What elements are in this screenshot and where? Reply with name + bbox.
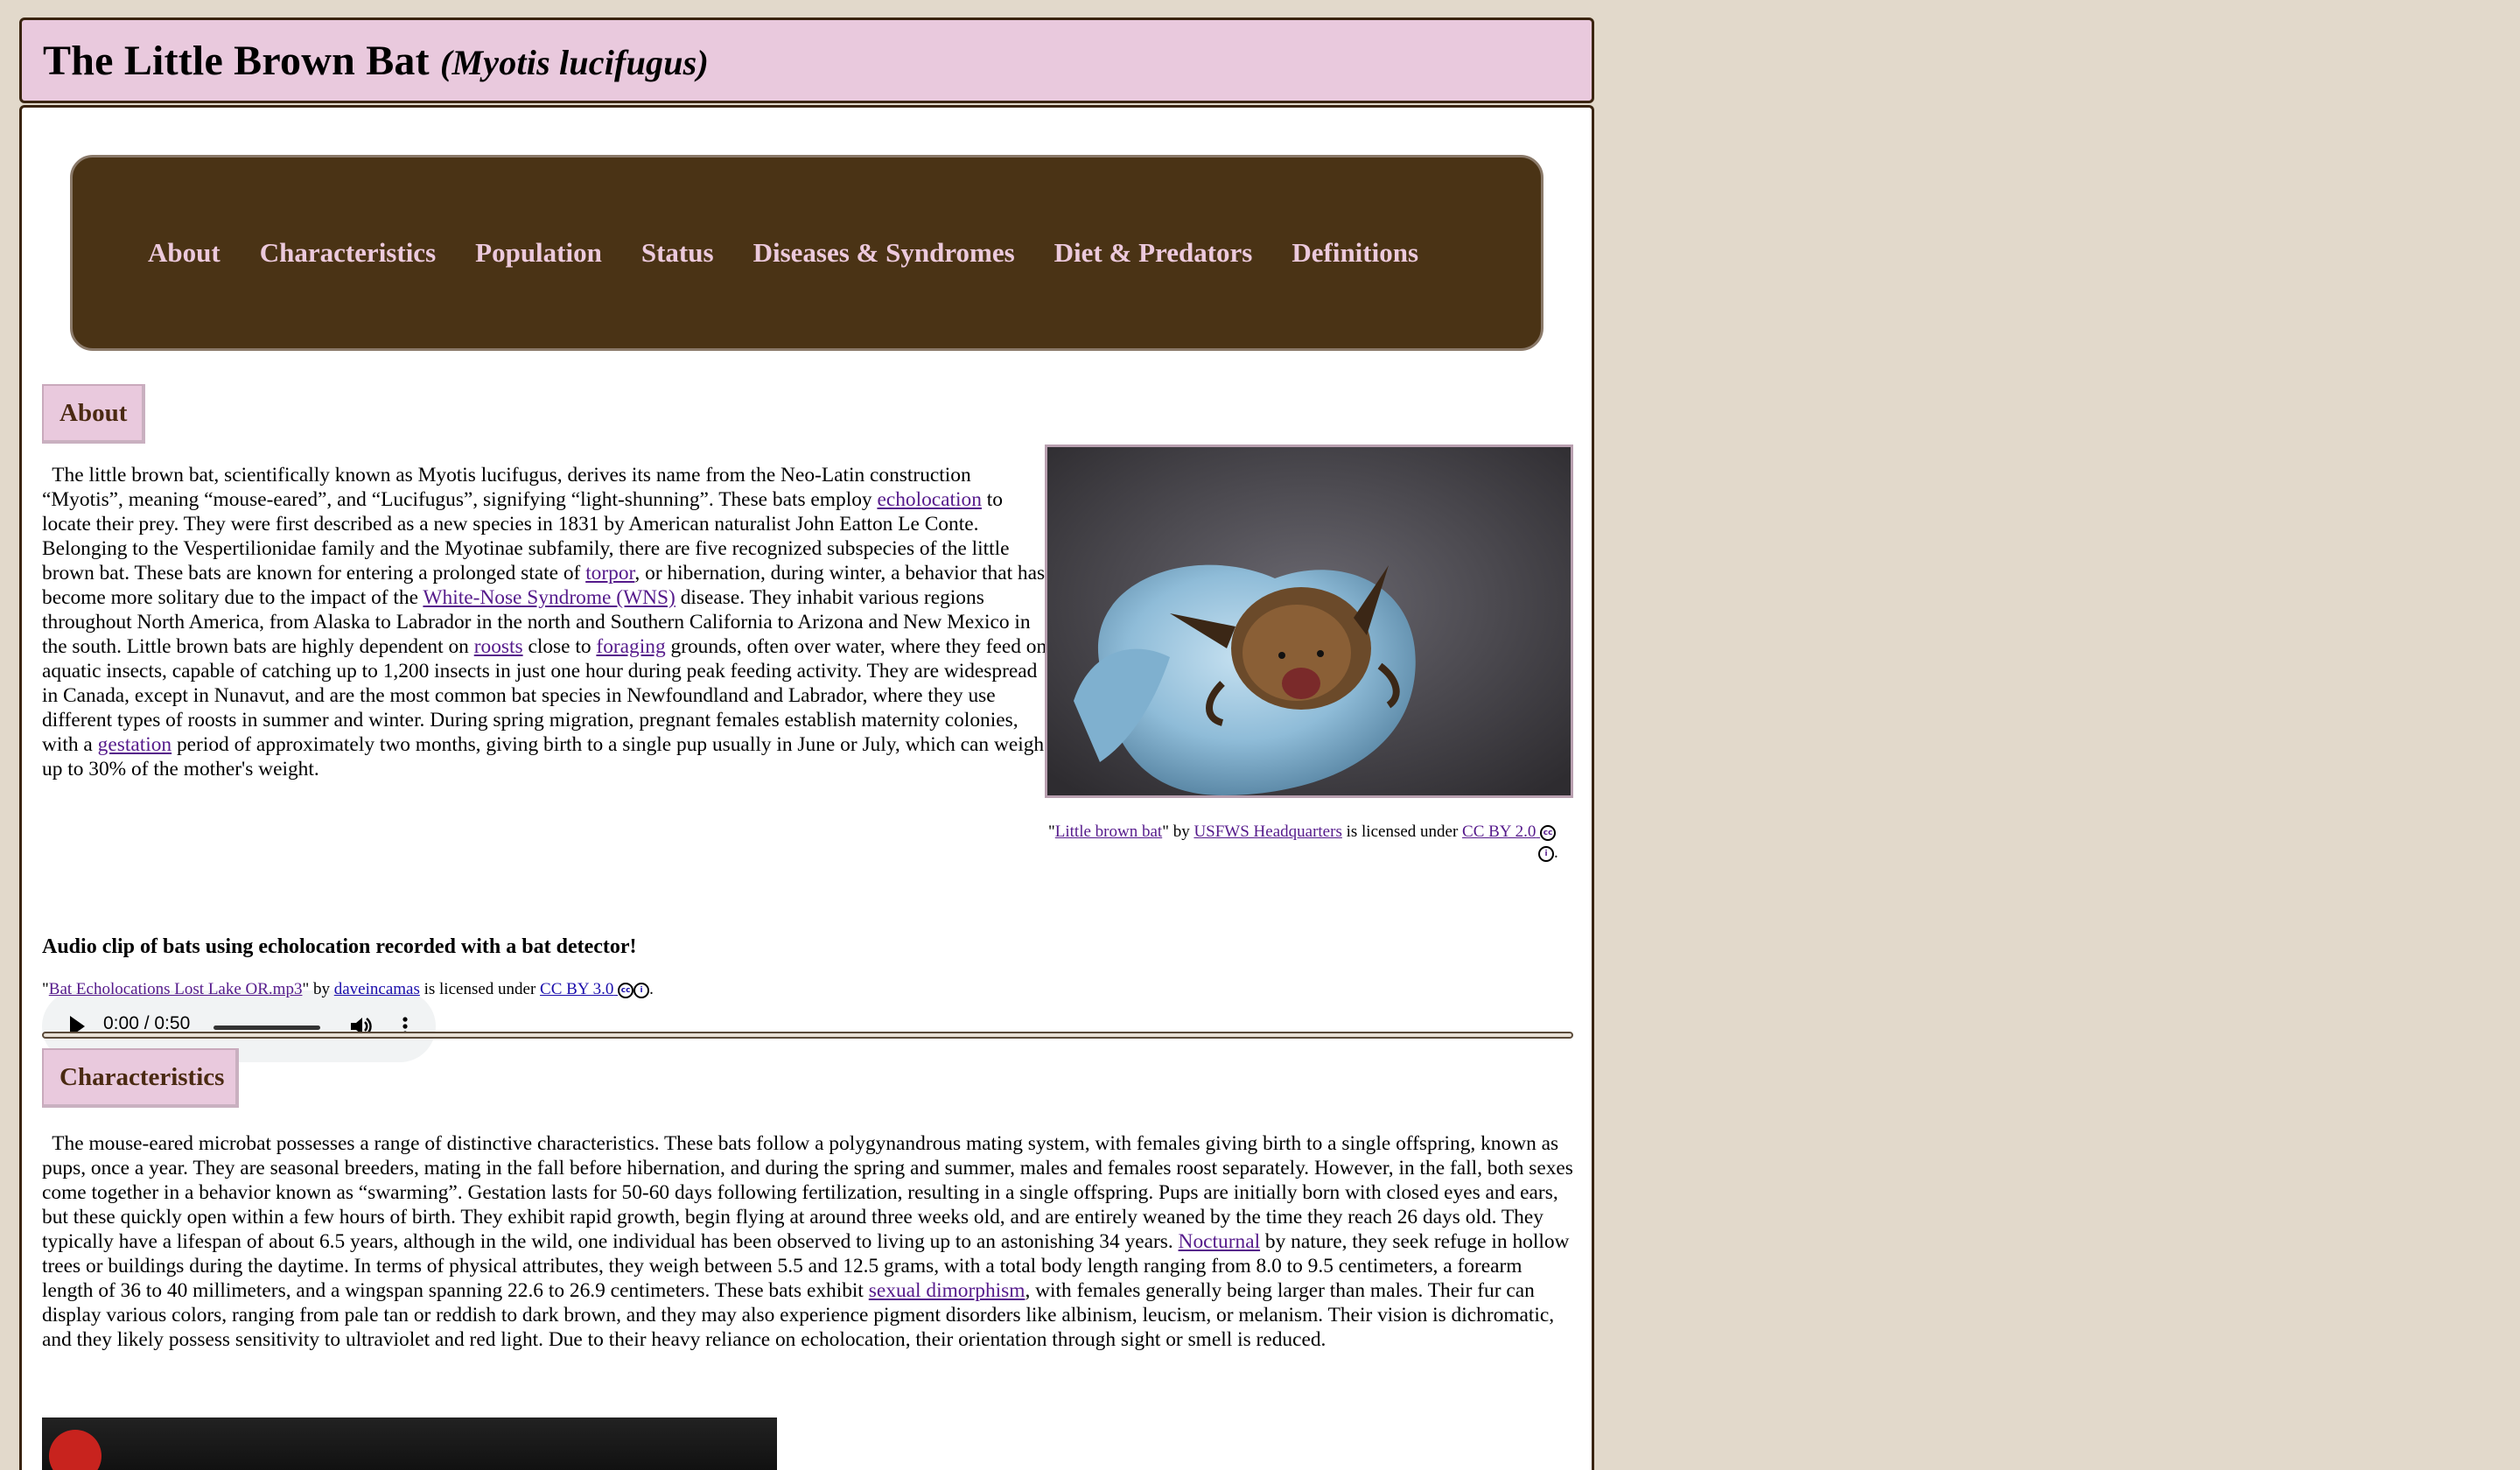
about-text: The little brown bat, scientifically kno… — [42, 464, 971, 511]
credit-text: is licensed under — [419, 980, 541, 998]
link-white-nose-syndrome[interactable]: White-Nose Syndrome (WNS) — [423, 586, 675, 609]
credit-text: " — [1048, 822, 1055, 841]
characteristics-paragraph: The mouse-eared microbat possesses a ran… — [42, 1131, 1578, 1352]
photo-credit: "Little brown bat" by USFWS Headquarters… — [1048, 822, 1575, 864]
audio-progress-bar[interactable] — [214, 1026, 320, 1030]
video-embed[interactable] — [42, 1418, 777, 1470]
attribution-icon: i — [1538, 846, 1554, 862]
page-title: The Little Brown Bat (Myotis lucifugus) — [43, 37, 709, 85]
nav-diet-predators[interactable]: Diet & Predators — [1054, 237, 1253, 269]
nav-population[interactable]: Population — [475, 237, 602, 269]
nav-status[interactable]: Status — [641, 237, 714, 269]
about-paragraph: The little brown bat, scientifically kno… — [42, 463, 1048, 781]
photo-title-link[interactable]: Little brown bat — [1055, 822, 1162, 841]
main-content: About Characteristics Population Status … — [19, 105, 1594, 1470]
common-name: The Little Brown Bat — [43, 37, 430, 84]
link-foraging[interactable]: foraging — [596, 635, 665, 658]
nav-diseases[interactable]: Diseases & Syndromes — [753, 237, 1015, 269]
credit-text: is licensed under — [1341, 822, 1463, 841]
credit-text: . — [649, 980, 654, 998]
bat-photo-illustration — [1047, 447, 1571, 795]
nav-definitions[interactable]: Definitions — [1292, 237, 1418, 269]
section-divider — [42, 1032, 1573, 1039]
page: The Little Brown Bat (Myotis lucifugus) … — [19, 18, 1594, 1470]
main-nav: About Characteristics Population Status … — [70, 155, 1544, 351]
link-nocturnal[interactable]: Nocturnal — [1179, 1230, 1261, 1253]
nav-characteristics[interactable]: Characteristics — [260, 237, 436, 269]
bat-photo — [1045, 444, 1573, 798]
about-heading: About — [42, 384, 145, 444]
site-header: The Little Brown Bat (Myotis lucifugus) — [19, 18, 1594, 103]
audio-title-link[interactable]: Bat Echolocations Lost Lake OR.mp3 — [49, 980, 303, 998]
photo-author-link[interactable]: USFWS Headquarters — [1194, 822, 1341, 841]
cc-icon: cc — [1540, 825, 1557, 841]
audio-title: Audio clip of bats using echolocation re… — [42, 935, 637, 958]
nav-about[interactable]: About — [148, 237, 220, 269]
about-text: close to — [522, 635, 597, 658]
credit-text: " by — [302, 980, 334, 998]
license-label: CC BY 3.0 — [540, 980, 614, 998]
link-gestation[interactable]: gestation — [98, 733, 172, 756]
about-text: period of approximately two months, givi… — [42, 733, 1045, 780]
cc-icon: cc — [618, 983, 634, 998]
link-torpor[interactable]: torpor — [585, 562, 634, 584]
link-echolocation[interactable]: echolocation — [877, 488, 982, 511]
characteristics-heading: Characteristics — [42, 1048, 239, 1108]
credit-text: " by — [1162, 822, 1194, 841]
attribution-icon: i — [634, 983, 650, 998]
link-sexual-dimorphism[interactable]: sexual dimorphism — [869, 1279, 1026, 1302]
audio-license-link[interactable]: CC BY 3.0 cc i — [540, 980, 650, 998]
scientific-name: (Myotis lucifugus) — [440, 42, 709, 82]
license-label: CC BY 2.0 — [1462, 822, 1536, 841]
link-roosts[interactable]: roosts — [474, 635, 523, 658]
youtube-logo-icon — [49, 1430, 102, 1470]
audio-credit: "Bat Echolocations Lost Lake OR.mp3" by … — [42, 979, 654, 1000]
credit-text: " — [42, 980, 49, 998]
credit-text: . — [1554, 844, 1558, 862]
audio-author-link[interactable]: daveincamas — [334, 980, 420, 998]
